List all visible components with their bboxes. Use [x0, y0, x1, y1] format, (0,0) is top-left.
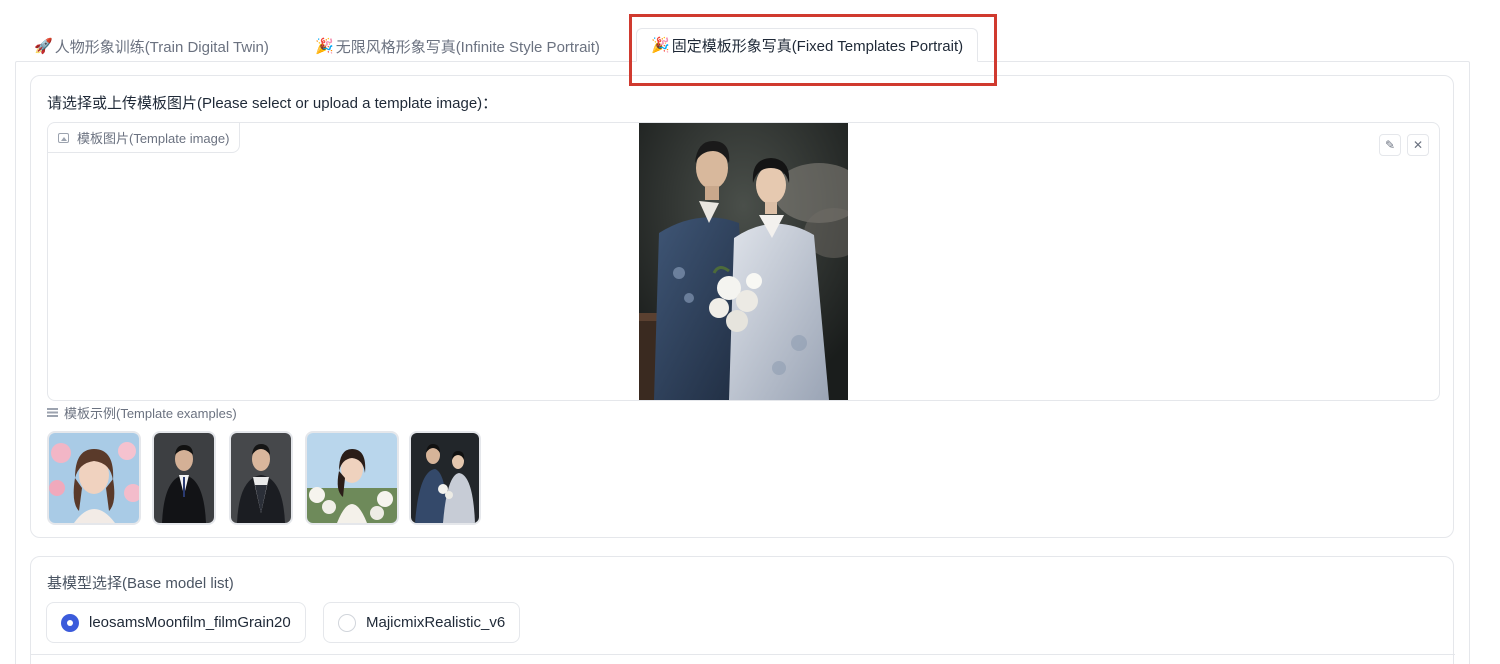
template-example-man-suit-vest[interactable]: [229, 431, 293, 525]
template-image-tag: 模板图片(Template image): [48, 123, 241, 153]
template-examples-text: 模板示例(Template examples): [64, 406, 237, 421]
template-image-upload[interactable]: 模板图片(Template image) ✎ ✕: [47, 122, 1440, 401]
tab-infinite-style-portrait[interactable]: 🎉 无限风格形象写真(Infinite Style Portrait): [315, 30, 600, 62]
tab-bar: 🚀 人物形象训练(Train Digital Twin) 🎉 无限风格形象写真(…: [0, 0, 1500, 86]
tab-fixed-templates-portrait[interactable]: 🎉 固定模板形象写真(Fixed Templates Portrait): [636, 28, 979, 62]
template-select-label: 请选择或上传模板图片(Please select or upload a tem…: [47, 95, 498, 112]
radio-option-label: MajicmixRealistic_v6: [366, 614, 506, 631]
base-model-option-leosamsmoonfilm[interactable]: leosamsMoonfilm_filmGrain20: [46, 602, 306, 643]
template-example-couple-hanbok[interactable]: [409, 431, 481, 525]
radio-selected-icon[interactable]: [61, 613, 79, 632]
tab-label: 无限风格形象写真(Infinite Style Portrait): [335, 38, 600, 56]
base-model-option-majicmixrealistic[interactable]: MajicmixRealistic_v6: [323, 602, 521, 643]
pencil-icon: ✎: [1384, 138, 1396, 152]
radio-option-label: leosamsMoonfilm_filmGrain20: [89, 614, 291, 631]
divider: [31, 654, 1455, 655]
tab-label: 固定模板形象写真(Fixed Templates Portrait): [671, 37, 964, 55]
image-icon: [58, 132, 69, 143]
list-icon: [47, 408, 58, 417]
rocket-icon: 🚀: [34, 38, 53, 55]
party-popper-icon: 🎉: [651, 37, 670, 54]
base-model-section: 基模型选择(Base model list) leosamsMoonfilm_f…: [30, 556, 1455, 664]
party-popper-icon: 🎉: [315, 38, 334, 55]
template-example-woman-white-dress-flowers[interactable]: [305, 431, 399, 525]
template-section: 请选择或上传模板图片(Please select or upload a tem…: [30, 75, 1454, 538]
tab-train-digital-twin[interactable]: 🚀 人物形象训练(Train Digital Twin): [34, 30, 269, 62]
close-icon: ✕: [1412, 138, 1424, 152]
template-preview-image: [639, 123, 848, 400]
base-model-label: 基模型选择(Base model list): [47, 575, 234, 592]
clear-button[interactable]: ✕: [1407, 134, 1429, 156]
template-examples-label: 模板示例(Template examples): [47, 403, 237, 422]
edit-button[interactable]: ✎: [1379, 134, 1401, 156]
template-image-tag-label: 模板图片(Template image): [77, 131, 230, 146]
tab-label: 人物形象训练(Train Digital Twin): [54, 38, 269, 56]
radio-unselected-icon[interactable]: [338, 613, 356, 632]
template-example-girl-flowers-beach[interactable]: [47, 431, 141, 525]
template-example-man-black-suit[interactable]: [152, 431, 216, 525]
